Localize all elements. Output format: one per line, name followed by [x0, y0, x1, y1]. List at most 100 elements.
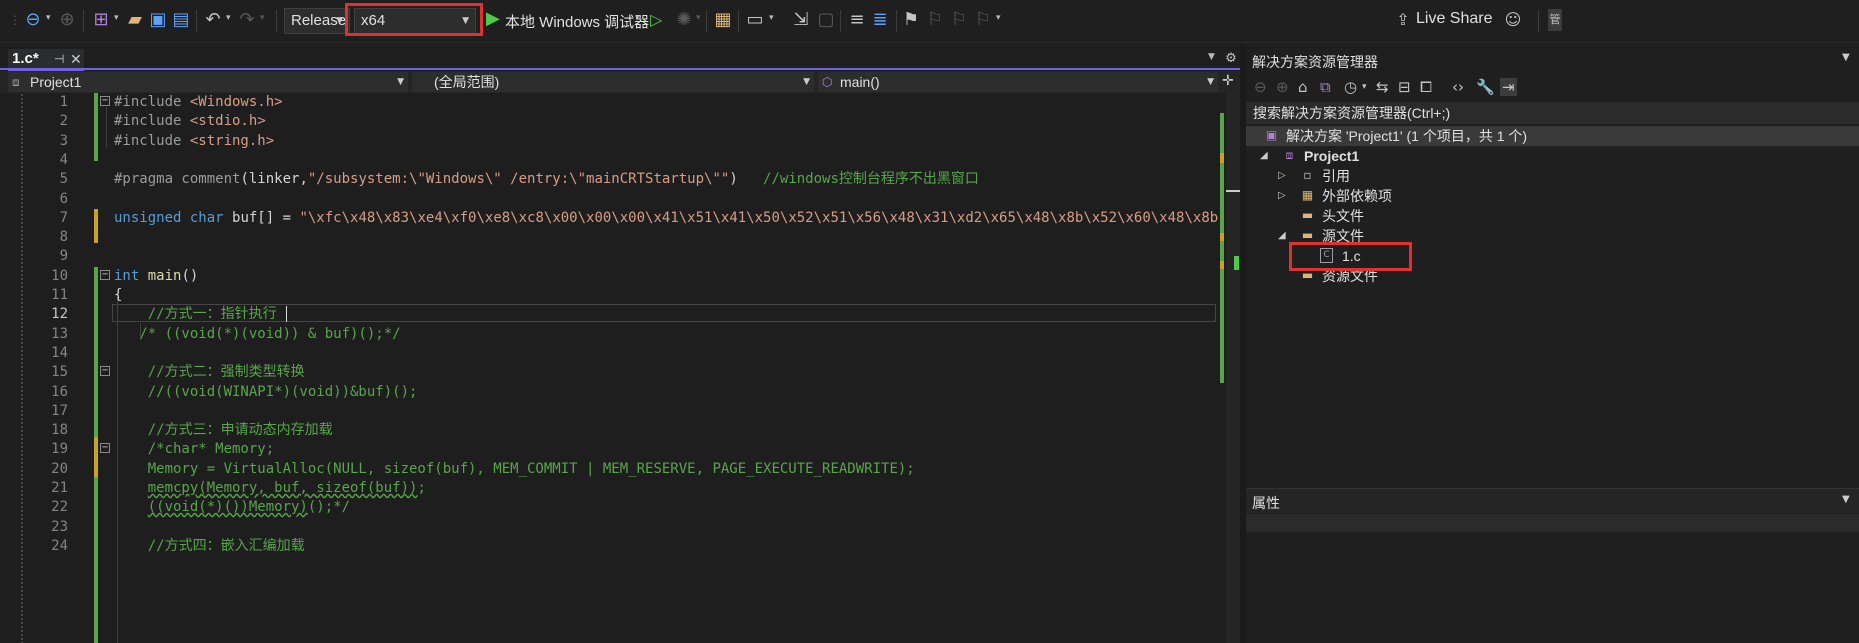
redo-dropdown-icon[interactable]: ▾ [260, 13, 265, 23]
settings-gear-icon[interactable]: ⚙ [1224, 48, 1238, 70]
bookmark-icon[interactable]: ⚑ [900, 9, 922, 31]
save-icon[interactable]: ▣ [147, 9, 169, 31]
live-share-icon[interactable]: ⇪ [1392, 9, 1414, 31]
toolbar-separator [738, 10, 739, 32]
show-all-files-icon[interactable]: ⧠ [1420, 78, 1432, 96]
back-dropdown-icon[interactable]: ▾ [46, 13, 51, 23]
hot-reload-icon[interactable]: ✺ [673, 9, 695, 31]
code-editor[interactable]: 1− #include <Windows.h> 2 #include <stdio.h… [0, 93, 1240, 643]
new-project-icon[interactable]: ⊞ [90, 9, 112, 31]
window-layout-icon[interactable]: ▭ [744, 9, 766, 31]
comment-icon[interactable]: ≡ [846, 9, 868, 31]
fold-toggle-icon[interactable]: − [100, 366, 110, 377]
properties-object-select[interactable] [1246, 514, 1859, 532]
pending-changes-dropdown-icon[interactable]: ▾ [1362, 82, 1367, 92]
code-line[interactable]: 15 − //方式二：强制类型转换 [0, 363, 1220, 382]
code-line[interactable]: 1 − #include <Windows.h> [0, 93, 1220, 112]
live-share-button[interactable]: Live Share [1416, 10, 1493, 28]
back-icon[interactable]: ⊖ [1254, 78, 1267, 96]
back-icon[interactable]: ⊖ [22, 9, 44, 31]
code-line[interactable]: 17 [0, 402, 1220, 421]
code-line[interactable]: 21 memcpy(Memory, buf, sizeof(buf)); [0, 479, 1220, 498]
run-icon[interactable]: ▶ [486, 8, 500, 29]
fold-toggle-icon[interactable]: − [100, 443, 110, 454]
code-line[interactable]: 9 [0, 247, 1220, 266]
sync-icon[interactable]: ⇆ [1376, 78, 1389, 96]
pin-icon[interactable]: ⊣ [54, 49, 64, 69]
expanded-caret-icon[interactable]: ◢ [1260, 146, 1268, 166]
code-line[interactable]: 16 //((void(WINAPI*)(void))&buf)(); [0, 383, 1220, 402]
tree-item-header-files[interactable]: ▬ 头文件 [1246, 206, 1859, 226]
fold-toggle-icon[interactable]: − [100, 96, 110, 106]
code-line[interactable]: 10 − int main() [0, 267, 1220, 286]
new-project-dropdown-icon[interactable]: ▾ [114, 13, 119, 23]
code-line[interactable]: 18 //方式三：申请动态内存加载 [0, 421, 1220, 440]
code-line[interactable]: 2 #include <stdio.h> [0, 112, 1220, 131]
hot-reload-dropdown-icon[interactable]: ▾ [696, 13, 701, 23]
properties-wrench-icon[interactable]: 🔧 [1476, 78, 1495, 96]
breakpoint-icon[interactable]: ▢ [815, 9, 837, 31]
code-line[interactable]: 24 //方式四：嵌入汇编加载 [0, 537, 1220, 556]
split-editor-icon[interactable]: ✛ [1222, 73, 1234, 89]
start-debugging-button[interactable]: 本地 Windows 调试器 [505, 11, 649, 32]
redo-icon[interactable]: ↷ [236, 9, 258, 31]
next-bookmark-icon[interactable]: ⚐ [948, 9, 970, 31]
clear-bookmarks-icon[interactable]: ⚐ [972, 9, 994, 31]
code-line[interactable]: 20 Memory = VirtualAlloc(NULL, sizeof(bu… [0, 460, 1220, 479]
expanded-caret-icon[interactable]: ◢ [1278, 226, 1286, 246]
configuration-select[interactable]: Release ▼ [284, 8, 350, 34]
feedback-icon[interactable]: ☺ [1502, 9, 1524, 31]
prev-bookmark-icon[interactable]: ⚐ [924, 9, 946, 31]
code-line[interactable]: 4 [0, 151, 1220, 170]
switch-views-icon[interactable]: ⧉ [1320, 78, 1331, 96]
toolbar-overflow-icon[interactable]: ▾ [996, 13, 1001, 23]
debug-target-dropdown-icon[interactable]: ▾ [635, 13, 640, 23]
code-line[interactable]: 7 unsigned char buf[] = "\xfc\x48\x83\xe4… [0, 209, 1240, 228]
code-line[interactable]: 13 /* ((void(*)(void)) & buf)();*/ [0, 325, 1220, 344]
forward-icon[interactable]: ⊕ [1276, 78, 1289, 96]
code-line[interactable]: 19 − /*char* Memory; [0, 440, 1220, 459]
code-line[interactable]: 14 [0, 344, 1220, 363]
tree-item-references[interactable]: ▷ ▫ 引用 [1246, 166, 1859, 186]
home-icon[interactable]: ⌂ [1298, 78, 1308, 96]
uncomment-icon[interactable]: ≣ [869, 9, 891, 31]
undo-dropdown-icon[interactable]: ▾ [226, 13, 231, 23]
code-line[interactable]: 22 ((void(*)())Memory)();*/ [0, 498, 1220, 517]
admin-badge-icon[interactable]: 管 [1548, 9, 1562, 31]
collapsed-caret-icon[interactable]: ▷ [1278, 166, 1286, 186]
start-without-debug-icon[interactable]: ▷ [650, 10, 662, 29]
tree-item-project[interactable]: ◢ ⧈ Project1 [1246, 146, 1859, 166]
code-line[interactable]: 12 //方式一：指针执行 [0, 305, 1220, 324]
fold-toggle-icon[interactable]: − [100, 269, 110, 280]
tab-list-dropdown-icon[interactable]: ▼ [1208, 52, 1215, 62]
open-folder-icon[interactable]: ▰ [124, 9, 146, 31]
step-icon[interactable]: ⇲ [790, 9, 812, 31]
code-line[interactable]: 3 #include <string.h> [0, 132, 1220, 151]
vertical-scrollbar[interactable] [1218, 93, 1226, 643]
undo-icon[interactable]: ↶ [202, 9, 224, 31]
collapse-all-icon[interactable]: ⊟ [1398, 78, 1411, 96]
view-code-icon[interactable]: ‹› [1452, 78, 1464, 96]
close-icon[interactable]: ✕ [70, 49, 82, 69]
save-all-icon[interactable]: ▤ [170, 9, 192, 31]
pending-changes-icon[interactable]: ◷ [1344, 78, 1357, 96]
solution-folder-icon[interactable]: ▦ [712, 9, 734, 31]
code-line[interactable]: 23 [0, 518, 1220, 537]
layout-dropdown-icon[interactable]: ▾ [769, 13, 774, 23]
member-select[interactable]: ⬡ main() ▼ [818, 72, 1218, 92]
forward-icon[interactable]: ⊕ [56, 9, 78, 31]
preview-selected-icon[interactable]: ⇥ [1500, 78, 1517, 96]
collapsed-caret-icon[interactable]: ▷ [1278, 186, 1286, 206]
code-line[interactable]: 8 [0, 228, 1220, 247]
tree-item-solution[interactable]: ▣ 解决方案 'Project1' (1 个项目，共 1 个) [1246, 126, 1859, 146]
tree-item-external-deps[interactable]: ▷ ▦ 外部依赖项 [1246, 186, 1859, 206]
solution-search-input[interactable]: 搜索解决方案资源管理器(Ctrl+;) [1246, 102, 1859, 124]
code-line[interactable]: 5 #pragma comment(linker,"/subsystem:\"Wi… [0, 170, 1220, 189]
overview-map[interactable] [1226, 93, 1240, 643]
scope-select[interactable]: (全局范围) ▼ [412, 72, 814, 92]
pane-options-icon[interactable]: ▼ [1842, 52, 1850, 63]
code-line[interactable]: 6 [0, 190, 1220, 209]
code-line[interactable]: 11 { [0, 286, 1220, 305]
project-select[interactable]: ⧈ Project1 ▼ [8, 72, 408, 92]
pane-options-icon[interactable]: ▼ [1842, 494, 1850, 505]
